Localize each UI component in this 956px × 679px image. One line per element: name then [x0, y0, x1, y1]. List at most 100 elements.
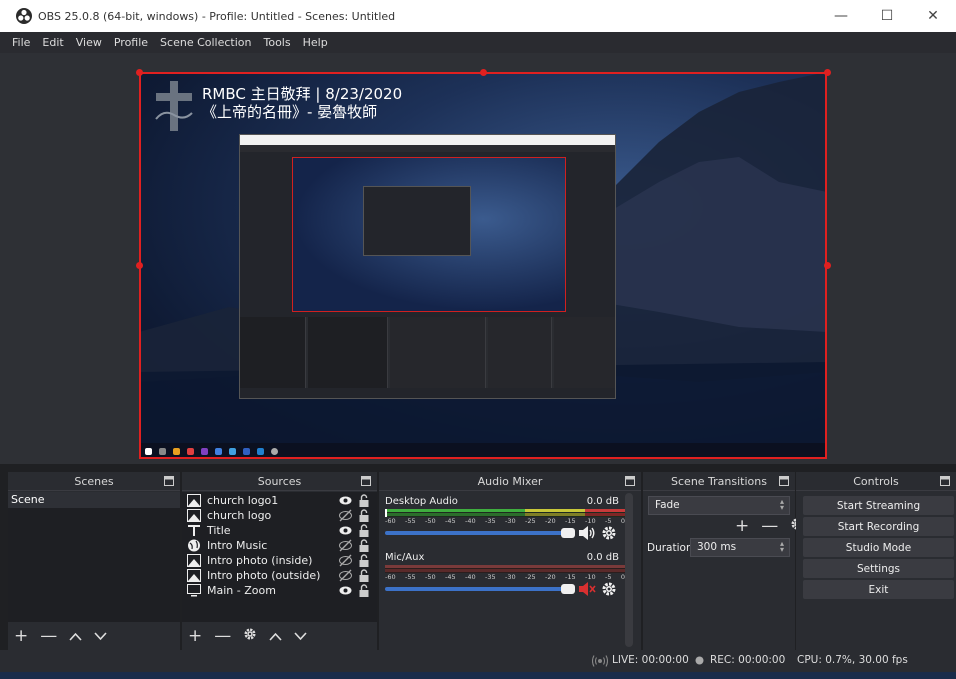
overlay-line1: RMBC 主日敬拜 | 8/23/2020	[202, 85, 403, 103]
float-dock-icon[interactable]	[361, 476, 371, 486]
text-icon	[188, 525, 200, 536]
eye-hidden-icon[interactable]	[339, 569, 352, 582]
overlay-title: RMBC 主日敬拜 | 8/23/2020 《上帝的名冊》- 晏魯牧師	[202, 85, 402, 121]
scenes-toolbar: + —	[8, 622, 107, 650]
source-row[interactable]: church logo1	[182, 493, 377, 508]
sources-toolbar: + —	[182, 622, 307, 650]
resize-handle-tr[interactable]	[824, 69, 831, 76]
eye-hidden-icon[interactable]	[339, 539, 352, 552]
channel-db: 0.0 dB	[586, 552, 619, 563]
remove-scene-button[interactable]: —	[40, 626, 57, 646]
add-transition-button[interactable]: +	[735, 516, 749, 536]
lock-icon[interactable]	[359, 554, 369, 567]
gear-icon[interactable]	[601, 525, 617, 541]
menu-help[interactable]: Help	[297, 36, 334, 49]
church-cross-logo-icon	[155, 81, 193, 131]
sources-list[interactable]: church logo1 church logo Title Intro Mus…	[182, 492, 377, 622]
desktop-background-strip	[0, 672, 956, 679]
volume-slider-track[interactable]	[385, 587, 573, 591]
volume-slider-handle[interactable]	[561, 528, 575, 538]
obs-logo-icon	[16, 8, 32, 24]
float-dock-icon[interactable]	[940, 476, 950, 486]
float-dock-icon[interactable]	[625, 476, 635, 486]
eye-hidden-icon[interactable]	[339, 509, 352, 522]
audio-mixer-header: Audio Mixer	[379, 472, 641, 491]
muted-speaker-icon[interactable]	[578, 581, 596, 597]
resize-handle-mr[interactable]	[824, 262, 831, 269]
speaker-icon[interactable]	[578, 525, 596, 541]
menu-edit[interactable]: Edit	[36, 36, 69, 49]
resize-handle-ml[interactable]	[136, 262, 143, 269]
chevron-down-icon	[94, 632, 107, 641]
eye-icon[interactable]	[339, 584, 352, 597]
lock-icon[interactable]	[359, 494, 369, 507]
remove-transition-button[interactable]: —	[761, 516, 778, 536]
sources-header: Sources	[182, 472, 377, 491]
rec-status: REC: 00:00:00	[710, 654, 786, 666]
remove-source-button[interactable]: —	[214, 626, 231, 646]
eye-hidden-icon[interactable]	[339, 554, 352, 567]
start-streaming-button[interactable]: Start Streaming	[803, 496, 954, 515]
meter-ticks: -60 -55 -50 -45 -40 -35 -30 -25 -20 -15 -10 -5 0	[385, 573, 625, 581]
image-icon	[187, 554, 201, 567]
move-up-button[interactable]	[69, 626, 82, 646]
source-row[interactable]: church logo	[182, 508, 377, 523]
volume-slider-track[interactable]	[385, 531, 573, 535]
menu-view[interactable]: View	[70, 36, 108, 49]
source-row[interactable]: Main - Zoom	[182, 583, 377, 598]
live-status: LIVE: 00:00:00	[612, 654, 689, 666]
minimize-button[interactable]: —	[818, 0, 864, 32]
chevron-up-icon	[69, 632, 82, 641]
settings-button[interactable]: Settings	[803, 559, 954, 578]
gear-icon[interactable]	[601, 581, 617, 597]
move-down-button[interactable]	[94, 626, 107, 646]
move-up-button[interactable]	[269, 626, 282, 646]
volume-meter	[385, 509, 625, 517]
scene-transitions-dock: Scene Transitions Fade ▴ ▾ + — Duration 3…	[643, 472, 803, 650]
add-source-button[interactable]: +	[188, 626, 202, 646]
start-recording-button[interactable]: Start Recording	[803, 517, 954, 536]
volume-meter	[385, 565, 625, 573]
float-dock-icon[interactable]	[164, 476, 174, 486]
preview-canvas[interactable]: RMBC 主日敬拜 | 8/23/2020 《上帝的名冊》- 晏魯牧師	[139, 72, 827, 459]
scenes-list[interactable]: Scene	[8, 492, 180, 622]
source-row[interactable]: Intro Music	[182, 538, 377, 553]
mixer-scrollbar[interactable]	[625, 493, 633, 647]
transitions-toolbar: + —	[729, 512, 804, 540]
lock-icon[interactable]	[359, 539, 369, 552]
spin-arrows-icon[interactable]: ▴ ▾	[777, 540, 787, 554]
maximize-button[interactable]: ☐	[864, 0, 910, 32]
studio-mode-button[interactable]: Studio Mode	[803, 538, 954, 557]
exit-button[interactable]: Exit	[803, 580, 954, 599]
close-button[interactable]: ✕	[910, 0, 956, 32]
float-dock-icon[interactable]	[779, 476, 789, 486]
record-dot-icon	[695, 656, 704, 665]
add-scene-button[interactable]: +	[14, 626, 28, 646]
lock-icon[interactable]	[359, 584, 369, 597]
capture-taskbar	[139, 443, 827, 459]
source-properties-button[interactable]	[243, 626, 257, 646]
chevron-up-icon	[269, 632, 282, 641]
channel-db: 0.0 dB	[586, 496, 619, 507]
resize-handle-tl[interactable]	[136, 69, 143, 76]
resize-handle-tc[interactable]	[480, 69, 487, 76]
eye-icon[interactable]	[339, 494, 352, 507]
move-down-button[interactable]	[294, 626, 307, 646]
gear-icon	[244, 628, 256, 640]
source-row[interactable]: Title	[182, 523, 377, 538]
duration-field[interactable]: 300 ms ▴ ▾	[690, 538, 790, 557]
eye-icon[interactable]	[339, 524, 352, 537]
menu-profile[interactable]: Profile	[108, 36, 154, 49]
lock-icon[interactable]	[359, 569, 369, 582]
lock-icon[interactable]	[359, 509, 369, 522]
menu-file[interactable]: File	[6, 36, 36, 49]
menu-tools[interactable]: Tools	[258, 36, 297, 49]
menu-scene-collection[interactable]: Scene Collection	[154, 36, 257, 49]
lock-icon[interactable]	[359, 524, 369, 537]
meter-ticks: -60 -55 -50 -45 -40 -35 -30 -25 -20 -15 -10 -5 0	[385, 517, 625, 525]
menu-bar: File Edit View Profile Scene Collection …	[0, 32, 956, 53]
source-row[interactable]: Intro photo (outside)	[182, 568, 377, 583]
list-item[interactable]: Scene	[8, 492, 180, 508]
volume-slider-handle[interactable]	[561, 584, 575, 594]
source-row[interactable]: Intro photo (inside)	[182, 553, 377, 568]
